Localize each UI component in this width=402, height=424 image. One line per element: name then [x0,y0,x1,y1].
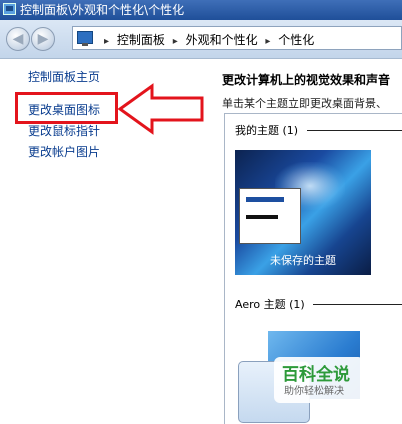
theme-unsaved[interactable]: 未保存的主题 [235,150,371,275]
group-aero-themes-title: Aero 主题 (1) [235,298,305,311]
main-content: 更改计算机上的视觉效果和声音 单击某个主题立即更改桌面背景、 我的主题 (1) … [222,59,402,424]
page-heading: 更改计算机上的视觉效果和声音 [222,73,391,87]
address-bar[interactable]: ▸ 控制面板 ▸ 外观和个性化 ▸ 个性化 [72,26,402,50]
page-description: 单击某个主题立即更改桌面背景、 [222,97,387,110]
breadcrumb-appearance[interactable]: 外观和个性化 [186,33,258,47]
annotation-arrow-icon [118,83,204,135]
back-arrow-icon: ◀ [12,31,24,47]
link-change-mouse-pointers[interactable]: 更改鼠标指针 [28,122,100,139]
forward-button[interactable]: ▶ [31,27,55,51]
forward-arrow-icon: ▶ [37,31,49,47]
watermark-logo: 百科全说 助你轻松解决 [274,357,364,403]
breadcrumb-personalization[interactable]: 个性化 [278,33,314,47]
monitor-icon [77,31,93,46]
preview-text [246,215,278,219]
group-divider [313,304,402,305]
group-my-themes-title: 我的主题 (1) [235,124,299,137]
window-title: 控制面板\外观和个性化\个性化 [20,3,185,17]
watermark-subtitle: 助你轻松解决 [284,386,344,397]
annotation-highlight-box [15,92,118,124]
breadcrumb-chevron-icon: ▸ [172,36,178,47]
breadcrumb-chevron-icon: ▸ [104,36,110,47]
back-button[interactable]: ◀ [6,27,30,51]
navigation-bar: ◀ ▶ ▸ 控制面板 ▸ 外观和个性化 ▸ 个性化 [0,20,402,59]
breadcrumb: ▸ 控制面板 ▸ 外观和个性化 ▸ 个性化 [100,31,314,48]
window-preview [239,188,301,244]
breadcrumb-chevron-icon: ▸ [265,36,271,47]
control-panel-icon [3,3,16,15]
breadcrumb-control-panel[interactable]: 控制面板 [117,33,165,47]
group-divider [307,130,402,131]
link-control-panel-home[interactable]: 控制面板主页 [28,68,100,85]
theme-unsaved-label: 未保存的主题 [270,254,336,267]
link-change-account-picture[interactable]: 更改帐户图片 [28,143,100,160]
preview-titlebar [246,197,284,202]
title-bar: 控制面板\外观和个性化\个性化 [0,0,402,20]
